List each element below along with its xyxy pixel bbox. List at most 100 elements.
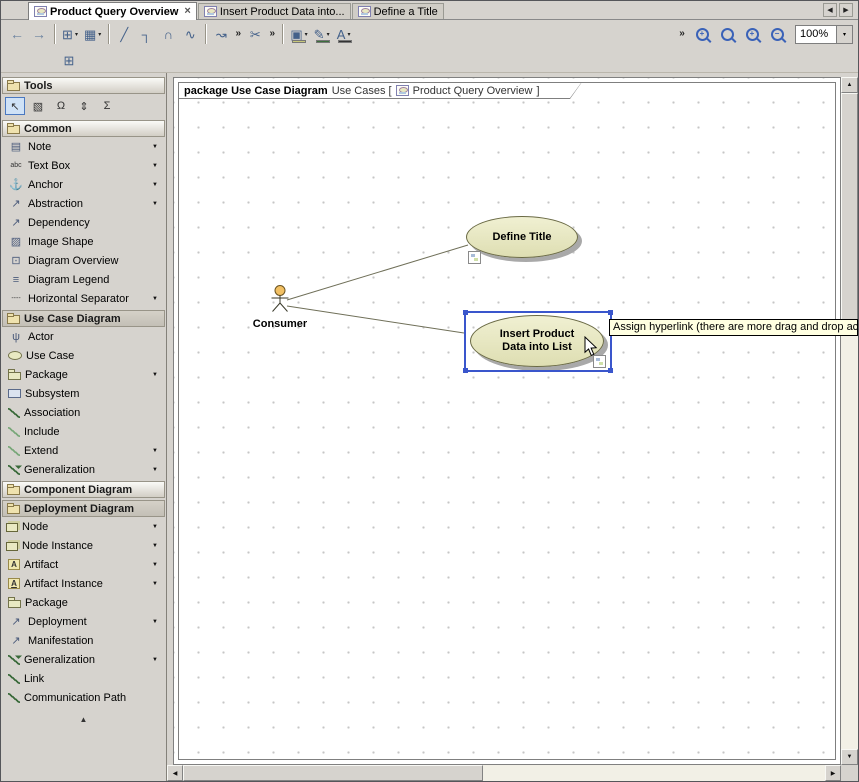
association-connectors[interactable] <box>174 78 841 765</box>
rectilinear-path-button[interactable]: ┐ <box>135 23 157 45</box>
dropdown-arrow-icon[interactable]: ▼ <box>152 144 158 150</box>
dropdown-arrow-icon[interactable]: ▼ <box>152 163 158 169</box>
selection-handle[interactable] <box>463 368 468 373</box>
dropdown-arrow-icon[interactable]: ▼ <box>152 524 158 530</box>
selection-handle[interactable] <box>608 368 613 373</box>
palette-item-artifact-instance[interactable]: AArtifact Instance▼ <box>2 574 165 593</box>
palette-item-node-instance[interactable]: Node Instance▼ <box>2 536 165 555</box>
palette-section-tools[interactable]: Tools <box>2 77 165 94</box>
scroll-left-button[interactable]: ◀ <box>167 765 183 781</box>
summarize-tool-button[interactable]: Σ <box>97 97 117 115</box>
select-tool-button[interactable]: ↖ <box>5 97 25 115</box>
palette-item-artifact[interactable]: AArtifact▼ <box>2 555 165 574</box>
diagram-overview-grid-button[interactable]: ⊞ <box>58 49 80 71</box>
diagram-canvas[interactable]: package Use Case Diagram Use Cases [ Pro… <box>173 77 841 765</box>
shape-alignment-button[interactable]: ⊞▾ <box>59 23 81 45</box>
back-button[interactable]: ← <box>6 23 28 45</box>
palette-item-dependency[interactable]: ↗Dependency <box>2 213 165 232</box>
close-icon[interactable]: × <box>184 6 190 17</box>
palette-item-note[interactable]: ▤Note▼ <box>2 137 165 156</box>
dropdown-arrow-icon[interactable]: ▼ <box>152 372 158 378</box>
palette-item-association[interactable]: Association <box>2 403 165 422</box>
oblique-path-button[interactable]: ╱ <box>113 23 135 45</box>
bezier-path-button[interactable]: ∿ <box>179 23 201 45</box>
zoom-selection-button[interactable]: + <box>741 23 763 45</box>
chevron-down-icon[interactable]: ▾ <box>347 31 350 38</box>
tab-insert-product-data[interactable]: Insert Product Data into... <box>198 3 351 19</box>
scroll-down-button[interactable]: ▼ <box>841 749 858 765</box>
tab-scroll-left-button[interactable]: ◀ <box>823 3 837 17</box>
split-tools-more-button[interactable]: » <box>266 23 278 45</box>
actor-consumer[interactable] <box>268 284 292 317</box>
dropdown-arrow-icon[interactable]: ▼ <box>152 296 158 302</box>
palette-section-common[interactable]: Common <box>2 120 165 137</box>
use-case-define-title[interactable]: Define Title <box>466 216 578 258</box>
chevron-down-icon[interactable]: ▾ <box>98 31 101 38</box>
palette-item-anchor[interactable]: ⚓Anchor▼ <box>2 175 165 194</box>
palette-item-actor[interactable]: ψActor <box>2 327 165 346</box>
magnet-tool-button[interactable]: Ω <box>51 97 71 115</box>
font-color-button[interactable]: A▾ <box>333 23 355 45</box>
toolbar-more-button[interactable]: » <box>676 23 688 45</box>
dropdown-arrow-icon[interactable]: ▼ <box>152 619 158 625</box>
horizontal-scrollbar[interactable]: ◀ ▶ <box>167 765 841 781</box>
selection-handle[interactable] <box>463 310 468 315</box>
palette-item-extend[interactable]: Extend▼ <box>2 441 165 460</box>
zoom-dropdown-button[interactable]: ▾ <box>836 26 852 43</box>
palette-item-communication-path[interactable]: Communication Path <box>2 688 165 707</box>
palette-item-link[interactable]: Link <box>2 669 165 688</box>
palette-section-deployment-diagram[interactable]: Deployment Diagram <box>2 500 165 517</box>
dropdown-arrow-icon[interactable]: ▼ <box>152 201 158 207</box>
palette-item-generalization-deployment[interactable]: Generalization▼ <box>2 650 165 669</box>
palette-item-node[interactable]: Node▼ <box>2 517 165 536</box>
fill-color-button[interactable]: ▣▾ <box>287 23 310 45</box>
tab-product-query-overview[interactable]: Product Query Overview× <box>28 2 197 20</box>
vertical-scrollbar[interactable]: ▲ ▼ <box>841 77 858 765</box>
palette-item-image-shape[interactable]: ▨Image Shape <box>2 232 165 251</box>
chevron-down-icon[interactable]: ▾ <box>327 31 330 38</box>
scroll-up-button[interactable]: ▲ <box>841 77 858 93</box>
pen-color-button[interactable]: ✎▾ <box>311 23 333 45</box>
scroll-right-button[interactable]: ▶ <box>825 765 841 781</box>
palette-section-component-diagram[interactable]: Component Diagram <box>2 481 165 498</box>
zoom-fit-button[interactable] <box>716 23 738 45</box>
palette-item-generalization[interactable]: Generalization▼ <box>2 460 165 479</box>
chevron-down-icon[interactable]: ▾ <box>75 31 78 38</box>
link-tool-button[interactable]: ↝ <box>210 23 232 45</box>
forward-button[interactable]: → <box>28 23 50 45</box>
dropdown-arrow-icon[interactable]: ▼ <box>152 657 158 663</box>
dropdown-arrow-icon[interactable]: ▼ <box>152 467 158 473</box>
selection-handle[interactable] <box>608 310 613 315</box>
dropdown-arrow-icon[interactable]: ▼ <box>152 581 158 587</box>
palette-item-include[interactable]: Include <box>2 422 165 441</box>
palette-item-abstraction[interactable]: ↗Abstraction▼ <box>2 194 165 213</box>
palette-item-deployment[interactable]: ↗Deployment▼ <box>2 612 165 631</box>
link-tools-more-button[interactable]: » <box>232 23 244 45</box>
quick-layout-button[interactable]: ▦▾ <box>81 23 104 45</box>
palette-collapse-button[interactable]: ▲ <box>2 712 165 726</box>
palette-item-horizontal-separator[interactable]: ----Horizontal Separator▼ <box>2 289 165 308</box>
palette-item-manifestation[interactable]: ↗Manifestation <box>2 631 165 650</box>
distribute-tool-button[interactable]: ⇕ <box>74 97 94 115</box>
horizontal-scroll-thumb[interactable] <box>183 765 483 781</box>
chevron-down-icon[interactable]: ▾ <box>305 31 308 38</box>
palette-item-package[interactable]: Package▼ <box>2 365 165 384</box>
rounded-path-button[interactable]: ∩ <box>157 23 179 45</box>
dropdown-arrow-icon[interactable]: ▼ <box>152 562 158 568</box>
hyperlink-badge-icon[interactable] <box>468 251 481 264</box>
tab-define-a-title[interactable]: Define a Title <box>352 3 444 19</box>
zoom-combobox[interactable]: 100% ▾ <box>795 25 853 44</box>
palette-item-diagram-overview[interactable]: ⊡Diagram Overview <box>2 251 165 270</box>
palette-section-use-case-diagram[interactable]: Use Case Diagram <box>2 310 165 327</box>
vertical-scroll-thumb[interactable] <box>841 93 858 323</box>
palette-item-use-case[interactable]: Use Case <box>2 346 165 365</box>
split-tool-button[interactable]: ✂ <box>244 23 266 45</box>
zoom-out-button[interactable]: − <box>766 23 788 45</box>
select-area-tool-button[interactable]: ▧ <box>28 97 48 115</box>
palette-item-subsystem[interactable]: Subsystem <box>2 384 165 403</box>
dropdown-arrow-icon[interactable]: ▼ <box>152 448 158 454</box>
tab-scroll-right-button[interactable]: ▶ <box>839 3 853 17</box>
palette-item-diagram-legend[interactable]: ≡Diagram Legend <box>2 270 165 289</box>
palette-item-text-box[interactable]: abcText Box▼ <box>2 156 165 175</box>
zoom-in-button[interactable]: + <box>691 23 713 45</box>
